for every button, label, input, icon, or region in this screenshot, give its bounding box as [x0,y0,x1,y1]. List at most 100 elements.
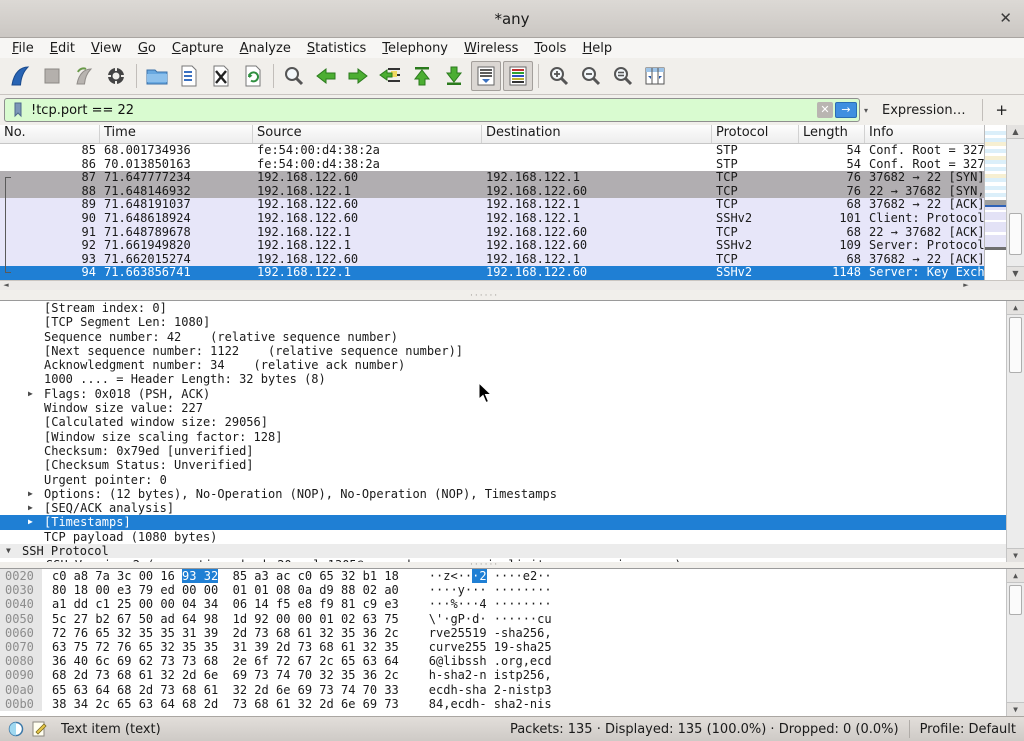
zoom-normal-button[interactable] [608,61,638,91]
expanded-arrow-icon[interactable]: ▼ [6,544,11,558]
packet-row-94[interactable]: 9471.663856741192.168.122.1192.168.122.6… [0,266,984,280]
details-vscrollbar[interactable]: ▲ ▼ [1006,301,1024,562]
hex-row-0090[interactable]: 009068 2d 73 68 61 32 2d 6e 69 73 74 70 … [0,668,1024,682]
scroll-thumb[interactable] [1009,317,1022,373]
hex-row-0070[interactable]: 007063 75 72 76 65 32 35 35 31 39 2d 73 … [0,640,1024,654]
column-header-length[interactable]: Length [799,125,865,143]
menu-help[interactable]: Help [574,40,620,57]
capture-comment-icon[interactable] [32,721,47,737]
detail-line[interactable]: ▶[Timestamps] [0,515,1024,529]
scroll-down-arrow[interactable]: ▼ [1007,702,1024,716]
pane-splitter-1[interactable]: ······ [0,290,1024,300]
menu-wireless[interactable]: Wireless [456,40,526,57]
hex-row-0060[interactable]: 006072 76 65 32 35 35 31 39 2d 73 68 61 … [0,626,1024,640]
hex-row-00a0[interactable]: 00a065 63 64 68 2d 73 68 61 32 2d 6e 69 … [0,683,1024,697]
packet-row-87[interactable]: 8771.647777234192.168.122.60192.168.122.… [0,171,984,185]
menu-view[interactable]: View [83,40,130,57]
restart-capture-button[interactable] [69,61,99,91]
detail-line[interactable]: ▶Flags: 0x018 (PSH, ACK) [0,387,1024,401]
go-forward-button[interactable] [343,61,373,91]
column-header-no[interactable]: No. [0,125,100,143]
packet-list-minimap[interactable] [984,125,1006,280]
collapsed-arrow-icon[interactable]: ▶ [28,387,33,401]
filter-history-dropdown[interactable]: ▾ [860,106,872,115]
find-packet-button[interactable] [279,61,309,91]
zoom-out-button[interactable] [576,61,606,91]
scroll-right-arrow[interactable]: ► [960,281,972,290]
resize-columns-button[interactable] [640,61,670,91]
save-capture-file-button[interactable] [174,61,204,91]
packet-row-89[interactable]: 8971.648191037192.168.122.60192.168.122.… [0,198,984,212]
go-to-packet-button[interactable] [375,61,405,91]
zoom-in-button[interactable] [544,61,574,91]
scroll-down-arrow[interactable]: ▼ [1007,266,1024,280]
detail-line[interactable]: ▶[SEQ/ACK analysis] [0,501,1024,515]
apply-filter-button[interactable]: → [835,102,857,118]
column-header-time[interactable]: Time [100,125,253,143]
packet-list-hscrollbar[interactable]: ◄ ► [0,280,1024,290]
detail-line[interactable]: [Window size scaling factor: 128] [0,430,1024,444]
detail-line[interactable]: [Stream index: 0] [0,301,1024,315]
detail-line[interactable]: [Next sequence number: 1122 (relative se… [0,344,1024,358]
menu-edit[interactable]: Edit [42,40,83,57]
scroll-left-arrow[interactable]: ◄ [0,281,12,290]
menu-analyze[interactable]: Analyze [232,40,299,57]
collapsed-arrow-icon[interactable]: ▶ [28,487,33,501]
open-capture-file-button[interactable] [142,61,172,91]
packet-row-93[interactable]: 9371.662015274192.168.122.60192.168.122.… [0,253,984,267]
scroll-down-arrow[interactable]: ▼ [1007,548,1024,562]
start-capture-button[interactable] [5,61,35,91]
stop-capture-button[interactable] [37,61,67,91]
packet-row-90[interactable]: 9071.648618924192.168.122.60192.168.122.… [0,212,984,226]
column-header-destination[interactable]: Destination [482,125,712,143]
detail-line[interactable]: Acknowledgment number: 34 (relative ack … [0,358,1024,372]
hex-row-0020[interactable]: 0020c0 a8 7a 3c 00 16 93 32 85 a3 ac c0 … [0,569,1024,583]
detail-line[interactable]: [TCP Segment Len: 1080] [0,315,1024,329]
column-header-protocol[interactable]: Protocol [712,125,799,143]
detail-line[interactable]: [Calculated window size: 29056] [0,415,1024,429]
packet-list-vscrollbar[interactable]: ▲ ▼ [1006,125,1024,280]
packet-row-91[interactable]: 9171.648789678192.168.122.1192.168.122.6… [0,226,984,240]
menu-statistics[interactable]: Statistics [299,40,374,57]
detail-line[interactable]: [Checksum Status: Unverified] [0,458,1024,472]
detail-line[interactable]: Checksum: 0x79ed [unverified] [0,444,1024,458]
packet-row-86[interactable]: 8670.013850163fe:54:00:d4:38:2aSTP54Conf… [0,158,984,172]
scroll-thumb[interactable] [1009,585,1022,615]
packet-row-88[interactable]: 8871.648146932192.168.122.1192.168.122.6… [0,185,984,199]
display-filter-field[interactable]: ✕ → [4,98,860,122]
hex-row-0030[interactable]: 003080 18 00 e3 79 ed 00 00 01 01 08 0a … [0,583,1024,597]
packet-row-92[interactable]: 9271.661949820192.168.122.1192.168.122.6… [0,239,984,253]
detail-line[interactable]: Window size value: 227 [0,401,1024,415]
clear-filter-button[interactable]: ✕ [817,102,833,118]
bookmark-icon[interactable] [10,101,28,119]
reload-capture-file-button[interactable] [238,61,268,91]
display-filter-input[interactable] [31,100,817,120]
menu-tools[interactable]: Tools [526,40,574,57]
collapsed-arrow-icon[interactable]: ▶ [28,501,33,515]
column-header-source[interactable]: Source [253,125,482,143]
go-last-button[interactable] [439,61,469,91]
close-window-button[interactable]: ✕ [999,9,1012,27]
bytes-vscrollbar[interactable]: ▲ ▼ [1006,569,1024,716]
hex-row-0040[interactable]: 0040a1 dd c1 25 00 00 04 34 06 14 f5 e8 … [0,597,1024,611]
detail-line[interactable]: Sequence number: 42 (relative sequence n… [0,330,1024,344]
hex-row-00b0[interactable]: 00b038 34 2c 65 63 64 68 2d 73 68 61 32 … [0,697,1024,711]
expression-button[interactable]: Expression… [872,103,976,118]
colorize-packets-button[interactable] [503,61,533,91]
capture-options-button[interactable] [101,61,131,91]
scroll-thumb[interactable] [1009,213,1022,255]
close-capture-file-button[interactable] [206,61,236,91]
scroll-up-arrow[interactable]: ▲ [1007,125,1024,139]
collapsed-arrow-icon[interactable]: ▶ [28,515,33,529]
add-filter-button[interactable]: + [983,101,1020,119]
scroll-up-arrow[interactable]: ▲ [1007,301,1024,315]
detail-line[interactable]: ▼SSH Protocol [0,544,1024,558]
menu-go[interactable]: Go [130,40,164,57]
expert-info-icon[interactable] [8,721,24,737]
scroll-up-arrow[interactable]: ▲ [1007,569,1024,583]
detail-line[interactable]: 1000 .... = Header Length: 32 bytes (8) [0,372,1024,386]
detail-line[interactable]: TCP payload (1080 bytes) [0,530,1024,544]
go-first-button[interactable] [407,61,437,91]
menu-file[interactable]: File [4,40,42,57]
detail-line[interactable]: Urgent pointer: 0 [0,473,1024,487]
